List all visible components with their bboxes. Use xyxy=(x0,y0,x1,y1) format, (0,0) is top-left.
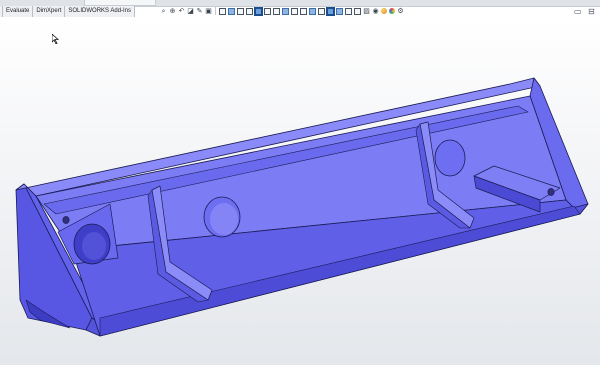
left-bore-inner xyxy=(82,232,106,260)
zoom-to-fit-icon[interactable]: ⌕ xyxy=(160,8,167,15)
previous-view-icon[interactable]: ↶ xyxy=(178,8,185,15)
view-cube-icon[interactable] xyxy=(354,7,361,15)
view-cube-icon[interactable] xyxy=(318,7,325,15)
command-manager-tabs: Evaluate DimXpert SOLIDWORKS Add-Ins xyxy=(0,6,136,17)
view-cube-icon[interactable] xyxy=(273,7,280,15)
graphics-area[interactable] xyxy=(0,17,600,365)
view-settings-icon[interactable]: ⚙ xyxy=(397,8,404,15)
view-cube-icon[interactable] xyxy=(291,7,298,15)
view-cube-icon[interactable] xyxy=(300,7,307,15)
left-screw-hole xyxy=(62,216,70,224)
zoom-area-icon[interactable]: ⊕ xyxy=(169,8,176,15)
view-cube-icon[interactable] xyxy=(264,7,271,15)
view-cube-icon[interactable] xyxy=(326,6,335,16)
view-cube-icon[interactable] xyxy=(309,7,316,15)
apply-scene-icon[interactable] xyxy=(389,8,395,14)
view-cube-icon[interactable] xyxy=(237,7,244,15)
right-round-hole xyxy=(434,139,466,177)
part-model-3d[interactable] xyxy=(0,17,600,365)
edit-appearance-icon[interactable] xyxy=(381,8,387,14)
display-style-icon[interactable]: ▨ xyxy=(363,8,370,15)
command-tab-dimxpert[interactable]: DimXpert xyxy=(33,6,66,17)
view-cube-icon[interactable] xyxy=(219,7,226,15)
toolbar-separator xyxy=(215,7,216,15)
mouse-pointer-icon xyxy=(52,34,60,44)
command-tab-evaluate[interactable]: Evaluate xyxy=(3,6,34,17)
dynamic-annotation-icon[interactable]: ✎ xyxy=(196,8,203,15)
view-cube-icon[interactable] xyxy=(228,7,235,15)
section-view-icon[interactable]: ◪ xyxy=(187,8,194,15)
view-cube-icon[interactable] xyxy=(254,6,263,16)
center-hole-inner xyxy=(210,203,238,235)
view-cube-icon[interactable] xyxy=(282,7,289,15)
view-orientation-icon[interactable]: ▣ xyxy=(205,8,212,15)
restore-viewport-icon[interactable]: ▭ xyxy=(574,7,582,16)
view-cube-icon[interactable] xyxy=(336,7,343,15)
hide-show-items-icon[interactable]: ◉ xyxy=(372,8,379,15)
right-screw-hole xyxy=(547,188,555,196)
split-viewport-icon[interactable]: ⊟ xyxy=(588,7,595,16)
view-cube-icon[interactable] xyxy=(345,7,352,15)
view-cube-icon[interactable] xyxy=(246,7,253,15)
heads-up-view-toolbar: ⌕ ⊕ ↶ ◪ ✎ ▣ ▨ ◉ ⚙ xyxy=(160,5,404,17)
command-tab-solidworks-add-ins[interactable]: SOLIDWORKS Add-Ins xyxy=(65,6,136,17)
